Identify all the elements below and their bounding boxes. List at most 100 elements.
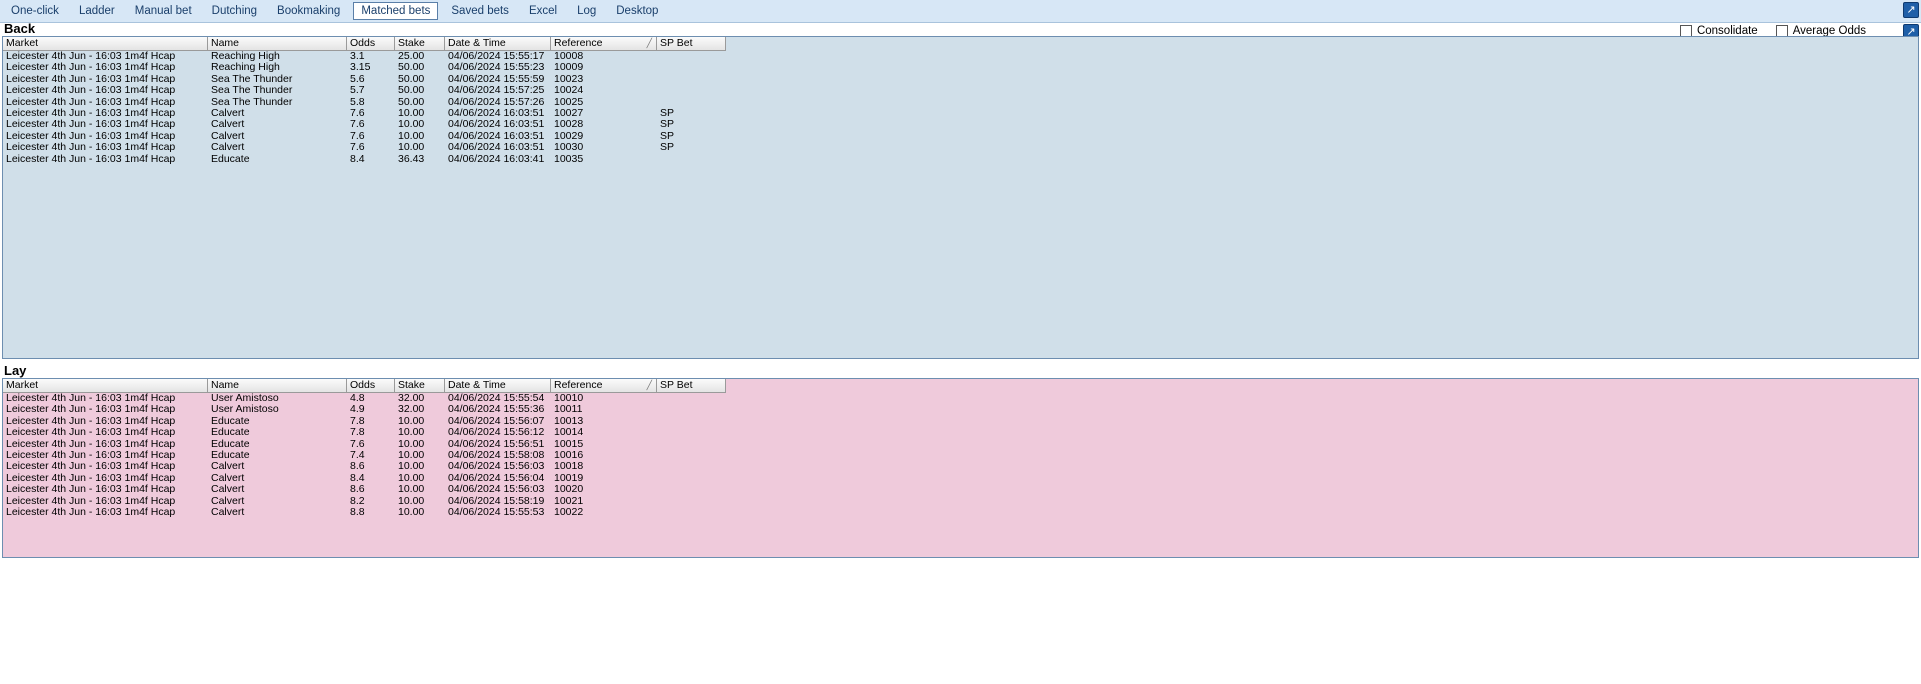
sp-bet-cell [657,496,726,507]
column-header-stake[interactable]: Stake [395,379,445,393]
table-row[interactable]: Leicester 4th Jun - 16:03 1m4f Hcap Calve… [3,119,726,130]
tab-dutching[interactable]: Dutching [205,2,264,20]
back-bets-grid[interactable]: Market Name Odds Stake Date & Time Refer… [2,36,1919,359]
reference-cell: 10013 [554,415,584,427]
table-row[interactable]: Leicester 4th Jun - 16:03 1m4f Hcap User … [3,404,726,415]
market-cell: Leicester 4th Jun - 16:03 1m4f Hcap [6,96,176,108]
sp-bet-cell: SP [660,130,675,142]
table-row[interactable]: Leicester 4th Jun - 16:03 1m4f Hcap Reach… [3,62,726,73]
table-row[interactable]: Leicester 4th Jun - 16:03 1m4f Hcap Educa… [3,439,726,450]
reference-cell: 10029 [554,130,584,142]
sp-bet-cell: SP [660,119,675,131]
column-header-name[interactable]: Name [208,37,347,51]
reference-cell: 10009 [554,62,584,74]
name-cell: Reaching High [211,62,280,74]
odds-cell: 8.6 [350,461,365,473]
column-header-name[interactable]: Name [208,379,347,393]
stake-cell: 10.00 [398,484,425,496]
date-time-cell: 04/06/2024 15:56:12 [448,427,545,439]
sp-bet-cell [657,461,726,472]
table-row[interactable]: Leicester 4th Jun - 16:03 1m4f Hcap Calve… [3,473,726,484]
table-row[interactable]: Leicester 4th Jun - 16:03 1m4f Hcap Educa… [3,154,726,165]
market-cell: Leicester 4th Jun - 16:03 1m4f Hcap [6,415,176,427]
odds-cell: 5.8 [350,96,365,108]
tab-ladder[interactable]: Ladder [72,2,122,20]
table-row[interactable]: Leicester 4th Jun - 16:03 1m4f Hcap Educa… [3,416,726,427]
table-row[interactable]: Leicester 4th Jun - 16:03 1m4f Hcap Calve… [3,108,726,119]
market-cell: Leicester 4th Jun - 16:03 1m4f Hcap [6,427,176,439]
name-cell: Educate [211,153,250,165]
table-row[interactable]: Leicester 4th Jun - 16:03 1m4f Hcap Calve… [3,484,726,495]
table-row[interactable]: Leicester 4th Jun - 16:03 1m4f Hcap User … [3,393,726,404]
name-cell: Calvert [211,495,245,507]
date-time-cell: 04/06/2024 15:56:03 [448,484,545,496]
tab-matched-bets[interactable]: Matched bets [353,2,439,20]
tab-excel[interactable]: Excel [522,2,564,20]
table-row[interactable]: Leicester 4th Jun - 16:03 1m4f Hcap Reach… [3,51,726,62]
popout-arrow-icon[interactable]: ↗ [1903,2,1919,18]
column-header-stake[interactable]: Stake [395,37,445,51]
column-header-reference[interactable]: Reference ╱ [551,37,657,51]
name-cell: Calvert [211,484,245,496]
table-row[interactable]: Leicester 4th Jun - 16:03 1m4f Hcap Calve… [3,131,726,142]
tab-saved-bets[interactable]: Saved bets [444,2,516,20]
table-row[interactable]: Leicester 4th Jun - 16:03 1m4f Hcap Calve… [3,496,726,507]
name-cell: Calvert [211,461,245,473]
column-header-market[interactable]: Market [3,379,208,393]
stake-cell: 10.00 [398,438,425,450]
date-time-cell: 04/06/2024 16:03:51 [448,130,545,142]
table-row[interactable]: Leicester 4th Jun - 16:03 1m4f Hcap Calve… [3,142,726,153]
column-header-date-time[interactable]: Date & Time [445,379,551,393]
table-row[interactable]: Leicester 4th Jun - 16:03 1m4f Hcap Educa… [3,427,726,438]
market-cell: Leicester 4th Jun - 16:03 1m4f Hcap [6,130,176,142]
tab-desktop[interactable]: Desktop [609,2,665,20]
odds-cell: 4.9 [350,404,365,416]
stake-cell: 36.43 [398,153,425,165]
reference-cell: 10018 [554,461,584,473]
stake-cell: 10.00 [398,119,425,131]
column-header-sp-bet[interactable]: SP Bet [657,379,726,393]
table-row[interactable]: Leicester 4th Jun - 16:03 1m4f Hcap Calve… [3,507,726,518]
table-row[interactable]: Leicester 4th Jun - 16:03 1m4f Hcap Sea T… [3,97,726,108]
reference-cell: 10008 [554,51,584,62]
stake-cell: 32.00 [398,404,425,416]
table-row[interactable]: Leicester 4th Jun - 16:03 1m4f Hcap Educa… [3,450,726,461]
tab-bookmaking[interactable]: Bookmaking [270,2,347,20]
market-cell: Leicester 4th Jun - 16:03 1m4f Hcap [6,393,176,404]
column-header-sp-bet[interactable]: SP Bet [657,37,726,51]
column-header-odds[interactable]: Odds [347,37,395,51]
table-row[interactable]: Leicester 4th Jun - 16:03 1m4f Hcap Sea T… [3,85,726,96]
tab-one-click[interactable]: One-click [4,2,66,20]
date-time-cell: 04/06/2024 15:55:54 [448,393,545,404]
column-header-odds[interactable]: Odds [347,379,395,393]
name-cell: Calvert [211,130,245,142]
odds-cell: 7.8 [350,427,365,439]
odds-cell: 8.2 [350,495,365,507]
stake-cell: 10.00 [398,130,425,142]
back-rows: Leicester 4th Jun - 16:03 1m4f Hcap Reach… [3,51,726,165]
column-header-reference[interactable]: Reference ╱ [551,379,657,393]
sp-bet-cell [657,484,726,495]
market-cell: Leicester 4th Jun - 16:03 1m4f Hcap [6,51,176,62]
stake-cell: 25.00 [398,51,425,62]
tab-manual-bet[interactable]: Manual bet [128,2,199,20]
stake-cell: 10.00 [398,472,425,484]
stake-cell: 10.00 [398,495,425,507]
tab-log[interactable]: Log [570,2,603,20]
odds-cell: 3.15 [350,62,371,74]
table-row[interactable]: Leicester 4th Jun - 16:03 1m4f Hcap Calve… [3,461,726,472]
name-cell: Sea The Thunder [211,96,293,108]
column-header-reference-label: Reference [554,379,603,391]
market-cell: Leicester 4th Jun - 16:03 1m4f Hcap [6,506,176,518]
column-header-reference-label: Reference [554,37,603,49]
table-row[interactable]: Leicester 4th Jun - 16:03 1m4f Hcap Sea T… [3,74,726,85]
lay-bets-grid[interactable]: Market Name Odds Stake Date & Time Refer… [2,378,1919,558]
back-grid-header: Market Name Odds Stake Date & Time Refer… [3,37,726,51]
column-header-date-time[interactable]: Date & Time [445,37,551,51]
column-header-market[interactable]: Market [3,37,208,51]
market-cell: Leicester 4th Jun - 16:03 1m4f Hcap [6,153,176,165]
name-cell: Calvert [211,119,245,131]
reference-cell: 10021 [554,495,584,507]
reference-cell: 10024 [554,85,584,97]
market-cell: Leicester 4th Jun - 16:03 1m4f Hcap [6,62,176,74]
